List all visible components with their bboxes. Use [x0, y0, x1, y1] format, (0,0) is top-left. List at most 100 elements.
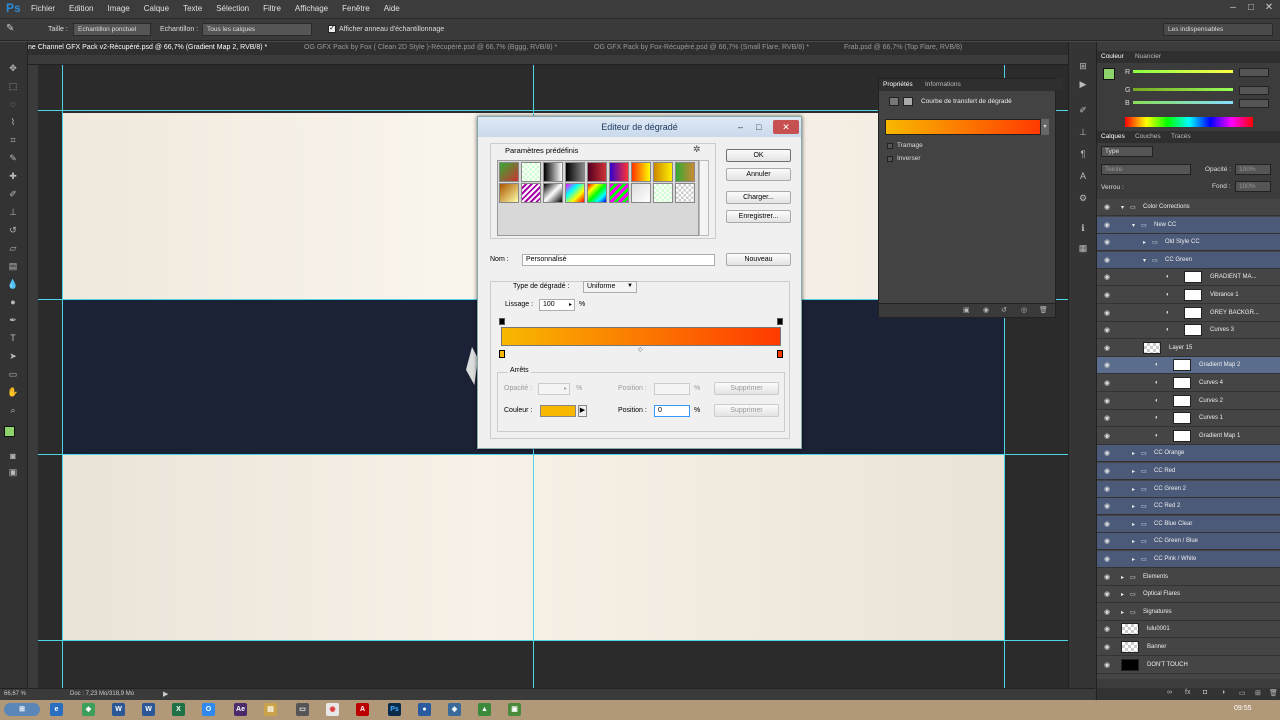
- layer-group-row[interactable]: ◉ ▸ ▭ Optical Flares: [1097, 586, 1280, 604]
- layer-group-row[interactable]: ◉ ▸ ▭ CC Red: [1097, 463, 1280, 480]
- r-slider[interactable]: [1133, 70, 1233, 73]
- color-position-input[interactable]: 0: [654, 405, 690, 417]
- new-group-icon[interactable]: ▭: [1239, 689, 1246, 697]
- layer-visibility-icon[interactable]: ◉: [1101, 521, 1113, 529]
- smooth-arrow-icon[interactable]: ▸: [569, 301, 572, 308]
- dodge-tool-icon[interactable]: ●: [6, 296, 20, 308]
- expand-arrow-icon[interactable]: ▸: [1121, 574, 1124, 581]
- history-panel-icon[interactable]: ⊞: [1076, 60, 1090, 72]
- menu-calque[interactable]: Calque: [144, 4, 169, 13]
- expand-arrow-icon[interactable]: ▸: [1132, 503, 1135, 510]
- blend-mode-select[interactable]: Teinte: [1101, 164, 1191, 175]
- lasso-tool-icon[interactable]: ◌: [6, 98, 20, 110]
- show-ring-checkbox[interactable]: ✓: [328, 25, 336, 33]
- excel-icon[interactable]: X: [172, 703, 185, 716]
- layer-visibility-icon[interactable]: ◉: [1101, 591, 1113, 599]
- r-input[interactable]: [1239, 68, 1269, 77]
- brush-tool-icon[interactable]: ✐: [6, 188, 20, 200]
- expand-arrow-icon[interactable]: ▸: [1121, 609, 1124, 616]
- glyph-panel-icon[interactable]: ⚙: [1076, 192, 1090, 204]
- tab-traces[interactable]: Tracés: [1171, 133, 1191, 140]
- menu-filtre[interactable]: Filtre: [263, 4, 281, 13]
- layer-group-row[interactable]: ◉ ▸ ▭ Old Style CC: [1097, 234, 1280, 252]
- quick-select-icon[interactable]: ⌇: [6, 116, 20, 128]
- cancel-button[interactable]: Annuler: [726, 168, 791, 181]
- preset-swatch[interactable]: [675, 162, 695, 182]
- menu-texte[interactable]: Texte: [183, 4, 202, 13]
- after-effects-icon[interactable]: Ae: [234, 703, 247, 716]
- preset-swatch[interactable]: [543, 183, 563, 203]
- layer-visibility-icon[interactable]: ◉: [1101, 398, 1113, 406]
- b-slider[interactable]: [1133, 101, 1233, 104]
- layer-group-row[interactable]: ◉ ▸ ▭ CC Orange: [1097, 445, 1280, 463]
- gradient-preview[interactable]: [885, 119, 1041, 135]
- mask-icon[interactable]: [903, 97, 913, 106]
- expand-arrow-icon[interactable]: ▸: [1132, 468, 1135, 475]
- paragraph-panel-icon[interactable]: ¶: [1076, 148, 1090, 160]
- acrobat-icon[interactable]: A: [356, 703, 369, 716]
- layer-group-row[interactable]: ◉ ▸ ▭ CC Green 2: [1097, 480, 1280, 498]
- layer-row[interactable]: ◉ ◐ GREY BACKGR...: [1097, 304, 1280, 322]
- expand-arrow-icon[interactable]: ▸: [1132, 486, 1135, 493]
- layer-style-icon[interactable]: fx: [1185, 689, 1190, 696]
- layer-visibility-icon[interactable]: ◉: [1101, 362, 1113, 370]
- quick-mask-icon[interactable]: ◙: [6, 450, 20, 462]
- layer-visibility-icon[interactable]: ◉: [1101, 345, 1113, 353]
- view-previous-icon[interactable]: ◉: [983, 306, 989, 314]
- delete-icon[interactable]: 🗑: [1039, 306, 1048, 314]
- clip-icon[interactable]: ▣: [963, 306, 970, 314]
- add-mask-icon[interactable]: ◘: [1203, 689, 1207, 696]
- app3-icon[interactable]: ▣: [508, 703, 521, 716]
- fill-input[interactable]: 100%: [1235, 181, 1271, 192]
- layer-visibility-icon[interactable]: ◉: [1101, 204, 1113, 212]
- monitor-icon[interactable]: ▭: [296, 703, 309, 716]
- maximize-icon[interactable]: □: [1244, 2, 1258, 14]
- opacity-stop-left[interactable]: [499, 318, 505, 325]
- layer-visibility-icon[interactable]: ◉: [1101, 380, 1113, 388]
- new-button[interactable]: Nouveau: [726, 253, 791, 266]
- layer-group-row[interactable]: ◉ ▸ ▭ Elements: [1097, 568, 1280, 586]
- layer-row[interactable]: ◉ DON'T TOUCH: [1097, 656, 1280, 674]
- tab-document-4[interactable]: Frab.psd @ 66,7% (Top Flare, RVB/8): [844, 44, 962, 51]
- layer-visibility-icon[interactable]: ◉: [1101, 222, 1113, 230]
- menu-affichage[interactable]: Affichage: [295, 4, 328, 13]
- stop-color-arrow-icon[interactable]: ▶: [578, 405, 587, 417]
- layer-row[interactable]: ◉ Layer 15: [1097, 339, 1280, 357]
- brush-panel-icon[interactable]: ✐: [1076, 104, 1090, 116]
- ok-button[interactable]: OK: [726, 149, 791, 162]
- stamp-tool-icon[interactable]: ⊥: [6, 206, 20, 218]
- g-slider[interactable]: [1133, 88, 1233, 91]
- layer-row[interactable]: ◉ ◐ Vibrance 1: [1097, 287, 1280, 304]
- layer-visibility-icon[interactable]: ◉: [1101, 257, 1113, 265]
- preset-swatch[interactable]: [587, 183, 607, 203]
- preset-swatch[interactable]: [499, 162, 519, 182]
- media-icon[interactable]: ●: [418, 703, 431, 716]
- color-spectrum[interactable]: [1125, 117, 1253, 127]
- dialog-titlebar[interactable]: Editeur de dégradé – □ ✕: [478, 117, 801, 137]
- preset-swatch[interactable]: [521, 183, 541, 203]
- expand-arrow-icon[interactable]: ▸: [1132, 450, 1135, 457]
- opacity-input[interactable]: 100%: [1235, 164, 1271, 175]
- layer-group-row[interactable]: ◉ ▸ ▭ CC Blue Clear: [1097, 515, 1280, 533]
- fg-color-chip[interactable]: [1103, 68, 1115, 80]
- layer-visibility-icon[interactable]: ◉: [1101, 609, 1113, 617]
- menu-edition[interactable]: Edition: [69, 4, 93, 13]
- expand-arrow-icon[interactable]: ▾: [1132, 222, 1135, 229]
- layer-visibility-icon[interactable]: ◉: [1101, 556, 1113, 564]
- preset-swatch[interactable]: [499, 183, 519, 203]
- expand-arrow-icon[interactable]: ▸: [1132, 556, 1135, 563]
- eyedropper-tool-icon[interactable]: ✎: [6, 152, 20, 164]
- layer-row[interactable]: ◉ ◐ Curves 1: [1097, 410, 1280, 428]
- word-icon[interactable]: W: [112, 703, 125, 716]
- dialog-minimize-icon[interactable]: –: [738, 117, 743, 137]
- visibility-icon[interactable]: ◎: [1021, 306, 1027, 314]
- minimize-icon[interactable]: –: [1226, 2, 1240, 14]
- eyedropper-icon[interactable]: ✎: [6, 23, 14, 34]
- word2-icon[interactable]: W: [142, 703, 155, 716]
- gradient-type-select[interactable]: Uniforme ▼: [583, 281, 637, 293]
- photoshop-task-icon[interactable]: Ps: [388, 703, 401, 716]
- layer-row[interactable]: ◉ ◐ Curves 3: [1097, 322, 1280, 340]
- expand-arrow-icon[interactable]: ▾: [1121, 204, 1124, 211]
- actions-panel-icon[interactable]: ▶: [1076, 78, 1090, 90]
- gradient-tool-icon[interactable]: ▤: [6, 260, 20, 272]
